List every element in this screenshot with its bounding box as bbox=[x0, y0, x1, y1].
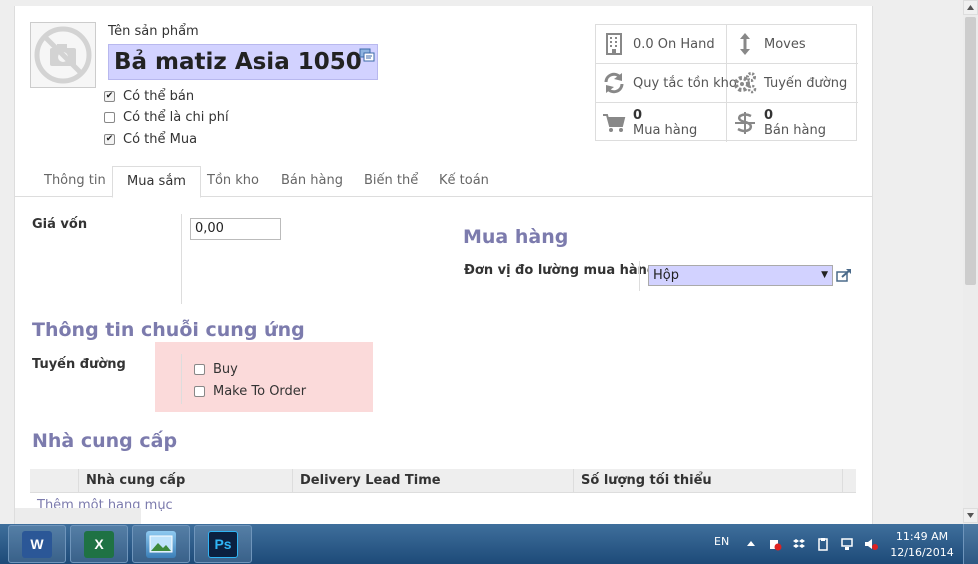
word-icon: W bbox=[22, 530, 52, 558]
flag-label: Có thể là chi phí bbox=[123, 109, 229, 125]
no-camera-icon bbox=[34, 26, 92, 84]
cost-label: Giá vốn bbox=[32, 217, 88, 232]
product-name-input[interactable]: Bả matiz Asia 1050 bbox=[108, 44, 378, 80]
flag-expense-ok[interactable]: Có thể là chi phí bbox=[104, 107, 229, 127]
purchase-uom-label: Đơn vị đo lường mua hàng bbox=[464, 263, 657, 278]
product-name-label: Tên sản phẩm bbox=[108, 24, 199, 39]
cart-icon bbox=[603, 113, 626, 132]
taskbar-photo-viewer-button[interactable] bbox=[132, 525, 190, 563]
taskbar-photoshop-button[interactable]: Ps bbox=[194, 525, 252, 563]
arrows-vertical-icon bbox=[740, 33, 750, 55]
purchases-count: 0 bbox=[633, 107, 643, 123]
field-separator bbox=[181, 354, 182, 404]
sales-button[interactable]: 0 Bán hàng bbox=[727, 103, 858, 142]
purchases-label: Mua hàng bbox=[633, 122, 698, 138]
smart-buttons: 0.0 On Hand Moves Quy tắc tồn kho Tuyến … bbox=[595, 24, 858, 142]
cost-input[interactable]: 0,00 bbox=[190, 218, 281, 240]
clock-time: 11:49 AM bbox=[895, 530, 949, 543]
scroll-up-arrow[interactable] bbox=[963, 0, 978, 15]
purchases-text: 0 Mua hàng bbox=[633, 108, 697, 138]
checkbox-route-buy[interactable] bbox=[194, 363, 205, 375]
taskbar-clock[interactable]: 11:49 AM 12/16/2014 bbox=[890, 529, 954, 561]
product-form-sheet: Tên sản phẩm Bả matiz Asia 1050 ✔ Có thể… bbox=[14, 6, 873, 524]
field-separator bbox=[639, 261, 640, 291]
photoshop-icon: Ps bbox=[208, 530, 238, 558]
reorder-rules-button[interactable]: Quy tắc tồn kho bbox=[596, 64, 737, 103]
tab-sales[interactable]: Bán hàng bbox=[267, 166, 357, 197]
product-image-placeholder[interactable] bbox=[30, 22, 96, 88]
routes-field-label: Tuyến đường bbox=[32, 357, 126, 372]
routes-label: Tuyến đường bbox=[764, 75, 848, 91]
column-header-supplier[interactable]: Nhà cung cấp bbox=[78, 469, 292, 493]
column-header-lead-time[interactable]: Delivery Lead Time bbox=[292, 469, 573, 493]
dollar-icon bbox=[735, 111, 755, 134]
translate-icon[interactable] bbox=[359, 47, 375, 63]
action-center-icon[interactable] bbox=[768, 537, 782, 551]
volume-muted-icon[interactable] bbox=[864, 537, 878, 551]
suppliers-table: Nhà cung cấp Delivery Lead Time Số lượng… bbox=[30, 469, 856, 513]
photo-viewer-icon bbox=[146, 530, 176, 558]
flag-sale-ok[interactable]: ✔ Có thể bán bbox=[104, 86, 194, 106]
tab-procurement[interactable]: Mua sắm bbox=[112, 166, 201, 198]
language-indicator[interactable]: EN bbox=[714, 535, 729, 548]
reorder-rules-label: Quy tắc tồn kho bbox=[633, 75, 737, 91]
moves-label: Moves bbox=[764, 36, 806, 52]
route-buy[interactable]: Buy bbox=[194, 360, 238, 378]
purchase-section-title: Mua hàng bbox=[463, 226, 569, 248]
checkbox-purchase-ok[interactable]: ✔ bbox=[104, 133, 115, 145]
column-header-min-qty[interactable]: Số lượng tối thiểu bbox=[573, 469, 843, 493]
tab-information[interactable]: Thông tin bbox=[30, 166, 120, 197]
excel-icon: X bbox=[84, 530, 114, 558]
taskbar-word-button[interactable]: W bbox=[8, 525, 66, 563]
route-make-to-order[interactable]: Make To Order bbox=[194, 382, 306, 400]
clock-date: 12/16/2014 bbox=[890, 546, 954, 559]
routes-field-highlight bbox=[155, 342, 373, 412]
dropbox-icon[interactable] bbox=[792, 537, 806, 551]
tab-inventory[interactable]: Tồn kho bbox=[193, 166, 273, 197]
scroll-thumb[interactable] bbox=[965, 17, 976, 285]
building-icon bbox=[606, 33, 622, 55]
sales-count: 0 bbox=[764, 107, 774, 123]
field-separator bbox=[181, 214, 182, 304]
checkbox-route-mto[interactable] bbox=[194, 385, 205, 397]
sales-text: 0 Bán hàng bbox=[764, 108, 826, 138]
suppliers-table-header: Nhà cung cấp Delivery Lead Time Số lượng… bbox=[30, 469, 856, 493]
purchase-uom-value: Hộp bbox=[653, 268, 679, 283]
purchase-uom-select[interactable]: Hộp ▼ bbox=[648, 265, 833, 286]
flag-label: Có thể Mua bbox=[123, 131, 198, 147]
route-label: Buy bbox=[213, 361, 238, 377]
checkbox-expense-ok[interactable] bbox=[104, 111, 115, 123]
supply-chain-title: Thông tin chuỗi cung ứng bbox=[32, 319, 305, 341]
show-desktop-button[interactable] bbox=[963, 524, 978, 564]
caret-down-icon: ▼ bbox=[821, 270, 828, 280]
caret-up-icon bbox=[967, 5, 974, 10]
partial-overlay bbox=[15, 508, 141, 524]
route-label: Make To Order bbox=[213, 383, 307, 399]
on-hand-label: 0.0 On Hand bbox=[633, 36, 715, 52]
clipboard-icon[interactable] bbox=[816, 537, 830, 551]
caret-down-icon bbox=[967, 513, 974, 518]
show-hidden-icons-icon[interactable] bbox=[744, 537, 758, 551]
gears-icon bbox=[734, 72, 757, 94]
windows-taskbar: W X Ps EN 11:49 AM 12/16/2014 bbox=[0, 524, 978, 564]
tab-accounting[interactable]: Kế toán bbox=[425, 166, 503, 197]
purchases-button[interactable]: 0 Mua hàng bbox=[596, 103, 727, 142]
moves-button[interactable]: Moves bbox=[727, 25, 858, 64]
suppliers-title: Nhà cung cấp bbox=[32, 430, 178, 452]
external-link-icon[interactable] bbox=[836, 268, 852, 282]
tab-variants[interactable]: Biến thể bbox=[350, 166, 432, 197]
refresh-icon bbox=[604, 72, 624, 94]
vertical-scrollbar[interactable] bbox=[963, 0, 978, 524]
flag-purchase-ok[interactable]: ✔ Có thể Mua bbox=[104, 129, 197, 149]
scroll-down-arrow[interactable] bbox=[963, 508, 978, 523]
taskbar-excel-button[interactable]: X bbox=[70, 525, 128, 563]
routes-button[interactable]: Tuyến đường bbox=[727, 64, 858, 103]
notebook-tabs: Thông tin Mua sắm Tồn kho Bán hàng Biến … bbox=[15, 166, 872, 198]
network-icon[interactable] bbox=[840, 537, 854, 551]
checkbox-sale-ok[interactable]: ✔ bbox=[104, 90, 115, 102]
sales-label: Bán hàng bbox=[764, 122, 826, 138]
flag-label: Có thể bán bbox=[123, 88, 195, 104]
on-hand-button[interactable]: 0.0 On Hand bbox=[596, 25, 727, 64]
